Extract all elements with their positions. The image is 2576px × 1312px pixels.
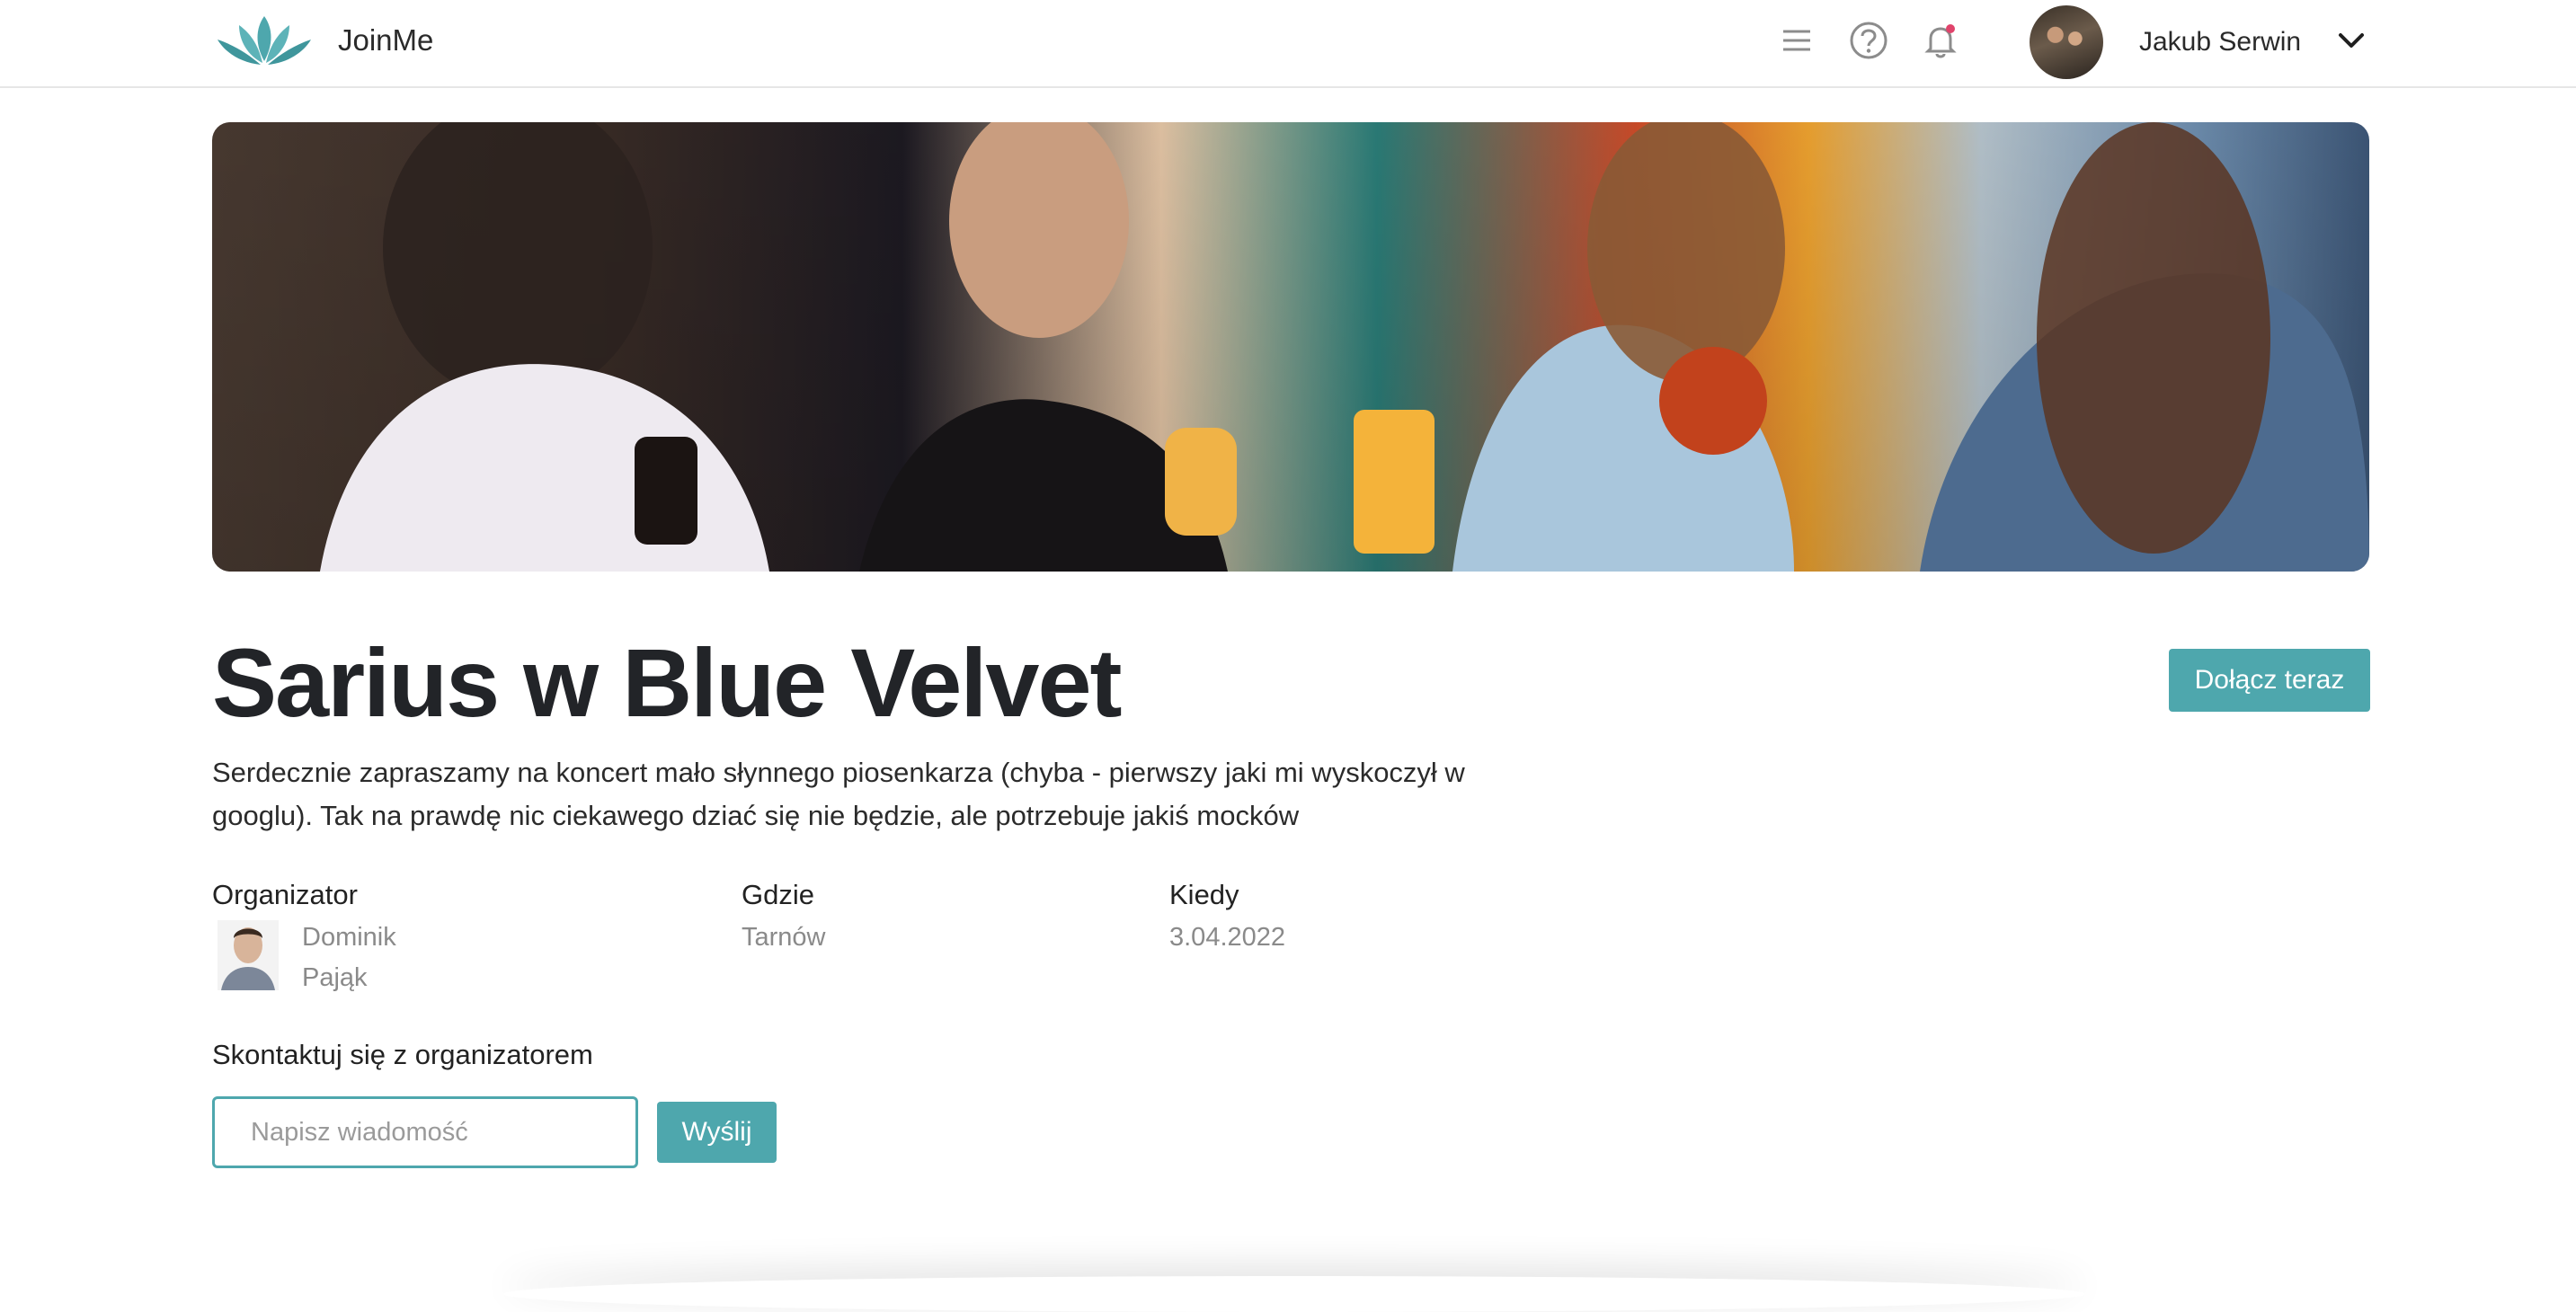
- brand-name[interactable]: JoinMe: [338, 23, 433, 58]
- bell-icon[interactable]: [1920, 20, 1961, 61]
- footer-card-edge: [503, 1276, 2085, 1312]
- when-value: 3.04.2022: [1169, 923, 1286, 952]
- lotus-logo-icon[interactable]: [212, 9, 316, 68]
- notification-dot: [1946, 24, 1955, 33]
- chevron-down-icon[interactable]: [2335, 27, 2367, 54]
- organizer-label: Organizator: [212, 879, 358, 910]
- where-label: Gdzie: [742, 879, 814, 910]
- top-navbar: JoinMe Jakub Serwin: [0, 0, 2576, 88]
- organizer-last-name[interactable]: Pająk: [302, 957, 368, 998]
- organizer-avatar[interactable]: [218, 920, 279, 990]
- send-button[interactable]: Wyślij: [657, 1102, 777, 1163]
- join-now-button[interactable]: Dołącz teraz: [2169, 649, 2370, 712]
- menu-icon[interactable]: [1776, 20, 1817, 61]
- contact-organizer-label: Skontaktuj się z organizatorem: [212, 1039, 593, 1070]
- organizer-first-name[interactable]: Dominik: [302, 917, 396, 958]
- where-value: Tarnów: [742, 923, 826, 952]
- event-hero-image: [212, 122, 2369, 572]
- help-icon[interactable]: [1848, 20, 1889, 61]
- user-name[interactable]: Jakub Serwin: [2139, 27, 2301, 58]
- when-label: Kiedy: [1169, 879, 1239, 910]
- event-description: Serdecznie zapraszamy na koncert mało sł…: [212, 757, 1465, 831]
- message-input[interactable]: [212, 1096, 638, 1168]
- user-avatar[interactable]: [2030, 5, 2103, 79]
- event-title: Sarius w Blue Velvet: [212, 628, 1122, 737]
